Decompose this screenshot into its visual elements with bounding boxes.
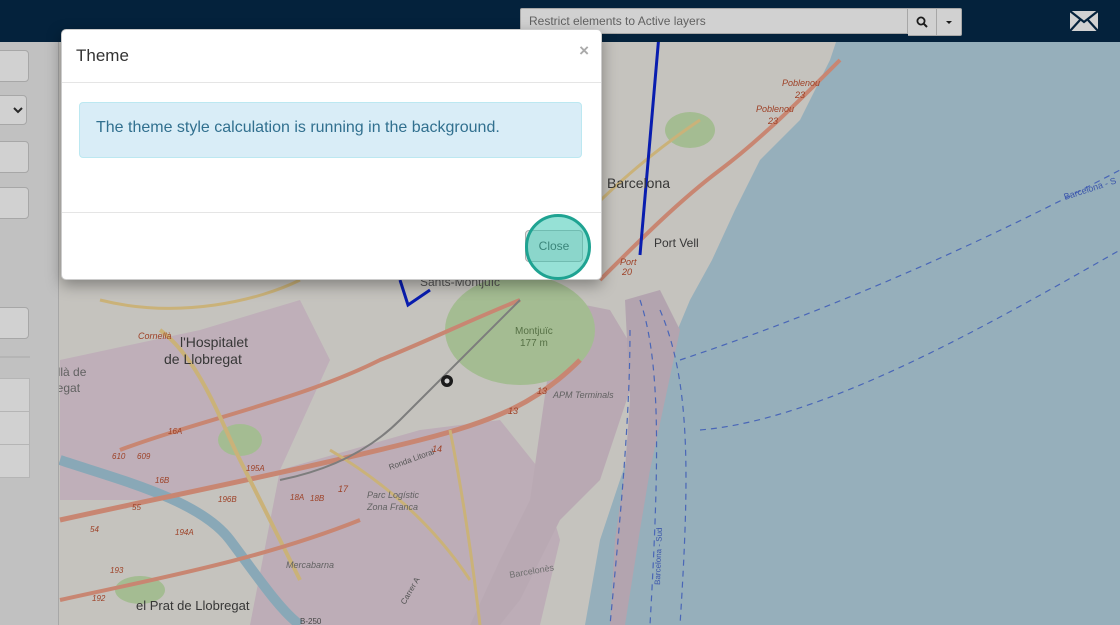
modal-header: Theme ×	[62, 30, 601, 83]
close-icon[interactable]: ×	[579, 42, 589, 59]
modal-body: The theme style calculation is running i…	[62, 83, 601, 213]
alert-message: The theme style calculation is running i…	[96, 119, 500, 136]
close-button[interactable]: Close	[525, 230, 583, 262]
theme-modal: Theme × The theme style calculation is r…	[61, 29, 602, 280]
info-alert: The theme style calculation is running i…	[79, 102, 582, 158]
modal-title: Theme	[76, 46, 129, 65]
